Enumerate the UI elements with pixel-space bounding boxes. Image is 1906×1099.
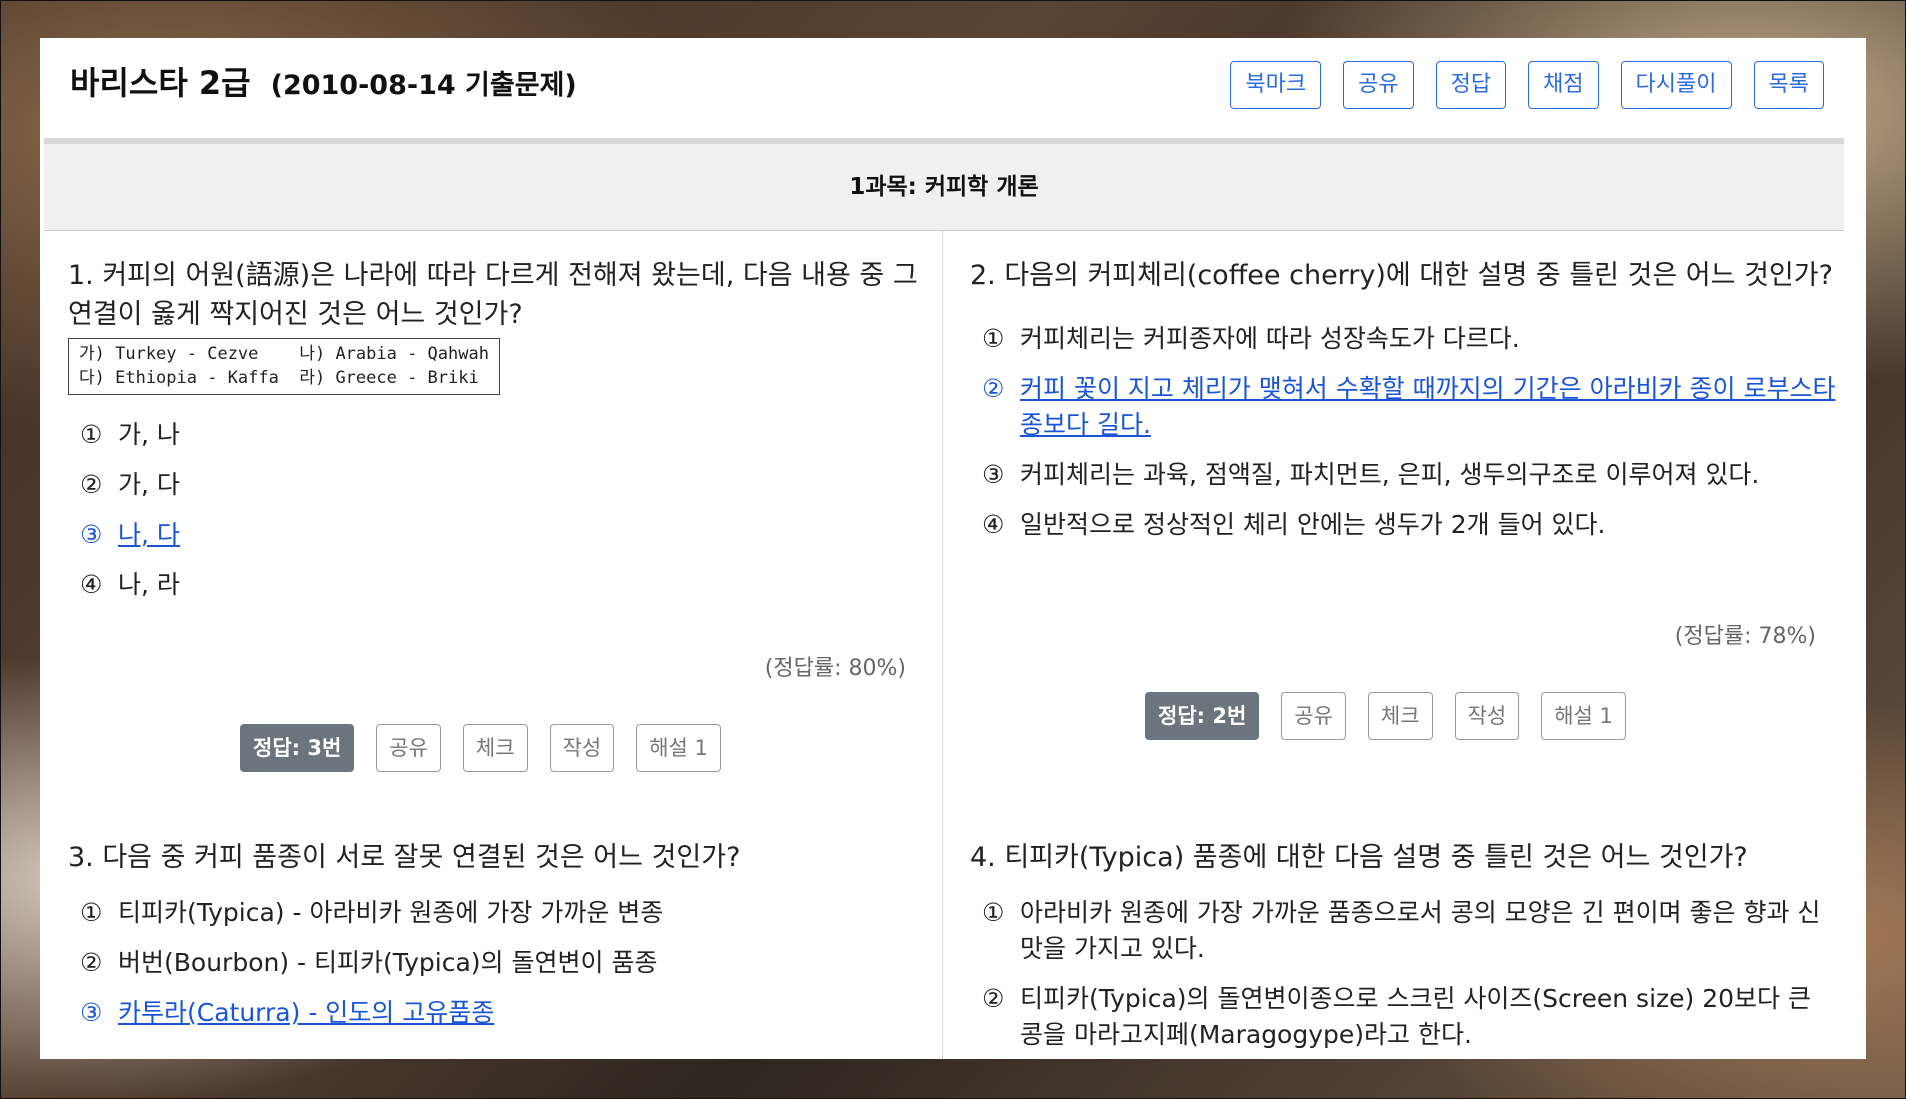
list-button[interactable]: 목록 bbox=[1753, 61, 1824, 109]
option-text: 가, 나 bbox=[118, 420, 180, 449]
exam-title: 바리스타 2급 bbox=[70, 64, 251, 102]
question-text: 2. 다음의 커피체리(coffee cherry)에 대한 설명 중 틀린 것… bbox=[970, 260, 1833, 291]
check-button[interactable]: 체크 bbox=[462, 724, 528, 772]
write-button[interactable]: 작성 bbox=[549, 724, 615, 772]
question-3: 3. 다음 중 커피 품종이 서로 잘못 연결된 것은 어느 것인가? ① 티피카… bbox=[68, 838, 920, 1031]
retry-button[interactable]: 다시풀이 bbox=[1620, 61, 1732, 109]
option-number: ② bbox=[982, 984, 1005, 1013]
correct-rate: (정답률: 78%) bbox=[1674, 624, 1816, 649]
exam-date: (2010-08-14 기출문제) bbox=[270, 70, 577, 101]
question-text: 1. 커피의 어원(語源)은 나라에 따라 다르게 전해져 왔는데, 다음 내용… bbox=[68, 260, 918, 330]
exam-panel: 바리스타 2급 (2010-08-14 기출문제) 북마크 공유 정답 채점 다시… bbox=[40, 38, 1866, 1059]
share-button[interactable]: 공유 bbox=[1281, 692, 1346, 740]
option-2[interactable]: ② 버번(Bourbon) - 티피카(Typica)의 돌연변이 품종 bbox=[80, 945, 920, 981]
option-2[interactable]: ② 가, 다 bbox=[80, 467, 920, 503]
option-text: 아라비카 원종에 가장 가까운 품종으로서 콩의 모양은 긴 편이며 좋은 향과… bbox=[1020, 898, 1821, 963]
option-text: 가, 다 bbox=[118, 470, 180, 499]
bookmark-button[interactable]: 북마크 bbox=[1230, 61, 1322, 109]
box-line: 다) Ethiopia - Kaffa 라) Greece - Briki bbox=[79, 368, 479, 388]
option-number: ① bbox=[80, 898, 103, 927]
option-number: ② bbox=[982, 374, 1005, 403]
option-number: ① bbox=[80, 420, 103, 449]
check-button[interactable]: 체크 bbox=[1367, 692, 1433, 740]
write-button[interactable]: 작성 bbox=[1454, 692, 1520, 740]
answer-button[interactable]: 정답 bbox=[1435, 61, 1507, 109]
option-number: ③ bbox=[80, 520, 103, 549]
option-text: 티피카(Typica) - 아라비카 원종에 가장 가까운 변종 bbox=[118, 898, 664, 927]
option-2[interactable]: ② 티피카(Typica)의 돌연변이종으로 스크린 사이즈(Screen siz… bbox=[982, 981, 1840, 1053]
option-4[interactable]: ④ 나, 라 bbox=[80, 567, 920, 603]
option-1[interactable]: ① 커피체리는 커피종자에 따라 성장속도가 다르다. bbox=[982, 321, 1840, 357]
option-text: 나, 다 bbox=[118, 520, 180, 549]
header-buttons: 북마크 공유 정답 채점 다시풀이 목록 bbox=[1230, 61, 1824, 109]
option-number: ④ bbox=[80, 570, 103, 599]
option-1[interactable]: ① 티피카(Typica) - 아라비카 원종에 가장 가까운 변종 bbox=[80, 895, 920, 931]
share-button[interactable]: 공유 bbox=[1343, 61, 1414, 109]
option-1[interactable]: ① 가, 나 bbox=[80, 417, 920, 453]
box-line: 가) Turkey - Cezve 나) Arabia - Qahwah bbox=[79, 344, 489, 364]
option-text: 버번(Bourbon) - 티피카(Typica)의 돌연변이 품종 bbox=[118, 948, 658, 977]
grade-button[interactable]: 채점 bbox=[1528, 61, 1599, 109]
option-text: 커피 꽃이 지고 체리가 맺혀서 수확할 때까지의 기간은 아라비카 종이 로부… bbox=[1020, 374, 1836, 439]
column-divider bbox=[942, 231, 943, 1059]
share-button[interactable]: 공유 bbox=[376, 724, 441, 772]
option-text: 커피체리는 커피종자에 따라 성장속도가 다르다. bbox=[1020, 324, 1520, 353]
explanation-button[interactable]: 해설 1 bbox=[636, 724, 721, 772]
option-number: ③ bbox=[982, 460, 1005, 489]
option-4[interactable]: ④ 일반적으로 정상적인 체리 안에는 생두가 2개 들어 있다. bbox=[982, 507, 1840, 543]
question-box: 가) Turkey - Cezve 나) Arabia - Qahwah 다) … bbox=[68, 338, 500, 395]
question-text: 3. 다음 중 커피 품종이 서로 잘못 연결된 것은 어느 것인가? bbox=[68, 842, 741, 873]
option-2-correct[interactable]: ② 커피 꽃이 지고 체리가 맺혀서 수확할 때까지의 기간은 아라비카 종이 로… bbox=[982, 371, 1840, 443]
option-number: ④ bbox=[982, 510, 1005, 539]
option-text: 티피카(Typica)의 돌연변이종으로 스크린 사이즈(Screen size… bbox=[1020, 984, 1811, 1049]
question-2: 2. 다음의 커피체리(coffee cherry)에 대한 설명 중 틀린 것… bbox=[970, 256, 1840, 543]
header: 바리스타 2급 (2010-08-14 기출문제) 북마크 공유 정답 채점 다시… bbox=[40, 38, 1866, 138]
option-number: ① bbox=[982, 898, 1005, 927]
option-number: ② bbox=[80, 470, 103, 499]
option-1[interactable]: ① 아라비카 원종에 가장 가까운 품종으로서 콩의 모양은 긴 편이며 좋은 향… bbox=[982, 895, 1840, 967]
question-text: 4. 티피카(Typica) 품종에 대한 다음 설명 중 틀린 것은 어느 것… bbox=[970, 842, 1748, 873]
correct-rate: (정답률: 80%) bbox=[764, 656, 906, 681]
option-text: 일반적으로 정상적인 체리 안에는 생두가 2개 들어 있다. bbox=[1020, 510, 1606, 539]
answer-badge[interactable]: 정답: 2번 bbox=[1145, 692, 1260, 740]
question-4: 4. 티피카(Typica) 품종에 대한 다음 설명 중 틀린 것은 어느 것… bbox=[970, 838, 1840, 1053]
option-number: ① bbox=[982, 324, 1005, 353]
option-text: 카투라(Caturra) - 인도의 고유품종 bbox=[118, 998, 495, 1027]
answer-badge[interactable]: 정답: 3번 bbox=[240, 724, 355, 772]
option-text: 커피체리는 과육, 점액질, 파치먼트, 은피, 생두의구조로 이루어져 있다. bbox=[1020, 460, 1760, 489]
question-2-actions: 정답: 2번 공유 체크 작성 해설 1 bbox=[1145, 692, 1626, 740]
question-1-actions: 정답: 3번 공유 체크 작성 해설 1 bbox=[240, 724, 721, 772]
option-3-correct[interactable]: ③ 나, 다 bbox=[80, 517, 920, 553]
option-3-correct[interactable]: ③ 카투라(Caturra) - 인도의 고유품종 bbox=[80, 995, 920, 1031]
page-title: 바리스타 2급 (2010-08-14 기출문제) bbox=[70, 58, 577, 104]
option-text: 나, 라 bbox=[118, 570, 180, 599]
option-number: ② bbox=[80, 948, 103, 977]
explanation-button[interactable]: 해설 1 bbox=[1541, 692, 1626, 740]
question-1: 1. 커피의 어원(語源)은 나라에 따라 다르게 전해져 왔는데, 다음 내용… bbox=[68, 256, 920, 603]
option-3[interactable]: ③ 커피체리는 과육, 점액질, 파치먼트, 은피, 생두의구조로 이루어져 있다… bbox=[982, 457, 1840, 493]
option-number: ③ bbox=[80, 998, 103, 1027]
subject-heading: 1과목: 커피학 개론 bbox=[44, 144, 1844, 231]
